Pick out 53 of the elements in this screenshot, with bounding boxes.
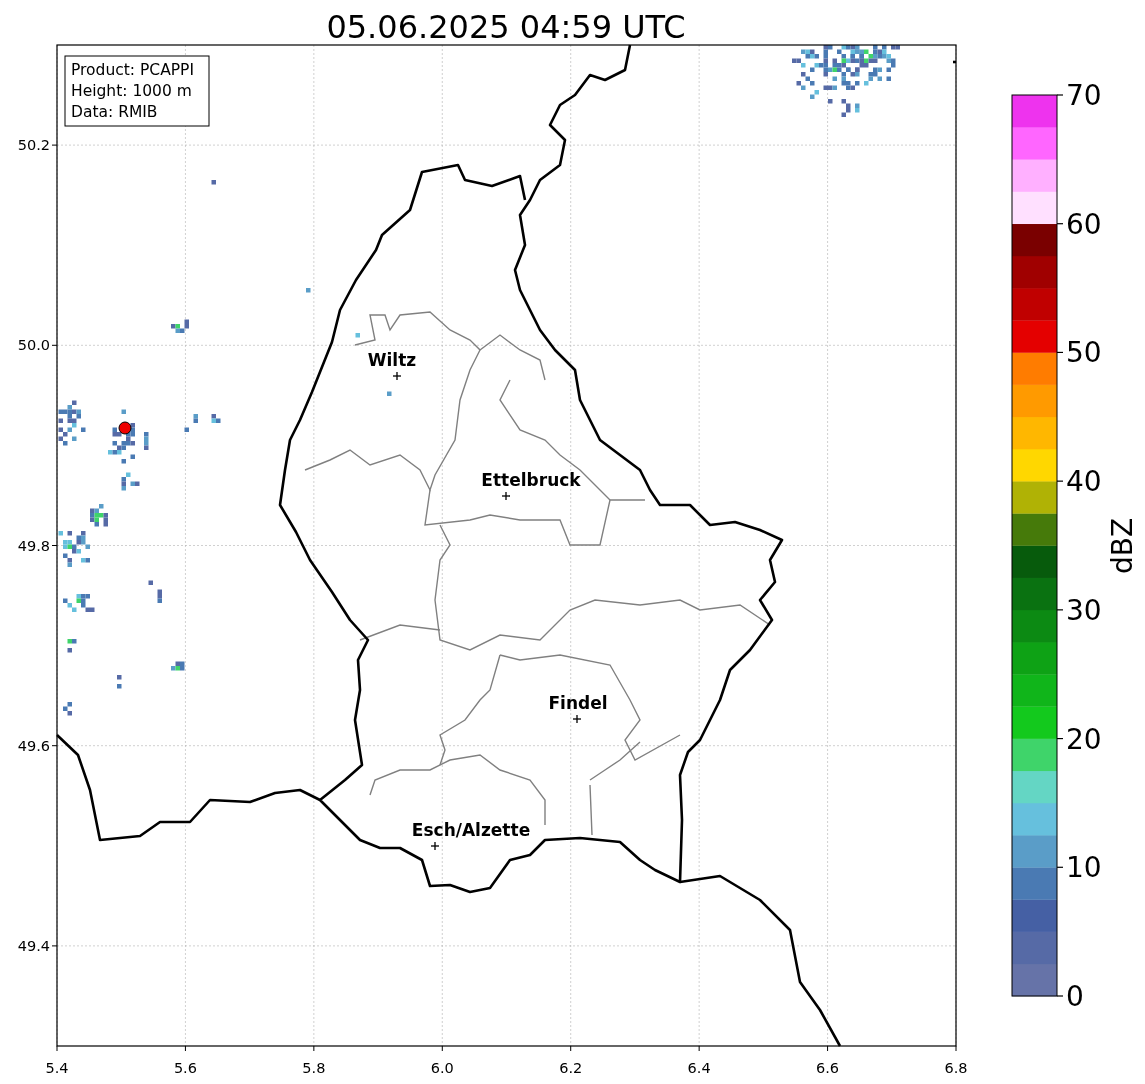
axis-tick-label: 49.8 xyxy=(17,537,50,554)
place-label: Findel xyxy=(548,693,608,713)
axis-tick-label: 49.6 xyxy=(17,737,50,754)
radar-echo xyxy=(58,400,86,446)
colorbar-label: dBZ xyxy=(1106,517,1139,575)
axis-tick-label: 6.2 xyxy=(559,1060,583,1076)
axis-tick-label: 5.8 xyxy=(302,1060,326,1076)
colorbar-tick-label: 20 xyxy=(1066,722,1102,756)
colorbar-tick-label: 50 xyxy=(1066,336,1102,370)
radar-echo xyxy=(387,391,392,396)
radar-echo xyxy=(90,504,108,527)
axis-tick-label: 50.2 xyxy=(17,137,50,154)
place-marker xyxy=(430,841,440,851)
colorbar-tick-label: 60 xyxy=(1066,207,1102,241)
radar-echo xyxy=(148,580,162,603)
radar-echo xyxy=(355,333,360,338)
colorbar-tick-label: 10 xyxy=(1066,851,1102,885)
place-label: Wiltz xyxy=(367,350,417,370)
place-marker xyxy=(501,491,511,501)
radar-echo xyxy=(171,319,189,333)
radar-echo xyxy=(171,661,185,671)
radar-site-marker xyxy=(118,421,132,435)
axis-tick-label: 50.0 xyxy=(17,337,50,354)
radar-echo xyxy=(184,414,221,432)
axis-tick-label: 6.0 xyxy=(430,1060,454,1076)
legend-text: Height: 1000 m xyxy=(71,82,192,100)
radar-echo xyxy=(121,472,140,491)
legend-text: Product: PCAPPI xyxy=(71,61,195,79)
radar-echo xyxy=(58,531,90,567)
place-marker xyxy=(572,714,582,724)
axis-tick-label: 5.6 xyxy=(173,1060,197,1076)
axis-tick-label: 5.4 xyxy=(45,1060,69,1076)
colorbar-tick-label: 30 xyxy=(1066,593,1102,627)
chart-title: 05.06.2025 04:59 UTC xyxy=(326,8,686,46)
colorbar-tick-label: 40 xyxy=(1066,465,1102,499)
axis-tick-label: 6.4 xyxy=(687,1060,711,1076)
radar-echo xyxy=(63,594,95,612)
radar-echo xyxy=(117,675,122,689)
radar-echo xyxy=(108,409,149,464)
colorbar-tick-label: 70 xyxy=(1066,79,1102,112)
radar-echo xyxy=(306,288,311,293)
legend-text: Data: RMIB xyxy=(71,103,158,121)
axis-tick-label: 6.8 xyxy=(944,1060,968,1076)
place-marker xyxy=(392,371,402,381)
colorbar-tick-label: 0 xyxy=(1066,980,1084,1013)
radar-echo xyxy=(63,702,72,716)
radar-echo xyxy=(211,180,216,185)
radar-echo xyxy=(67,639,77,653)
axis-tick-label: 49.4 xyxy=(17,937,50,954)
axis-tick-label: 6.6 xyxy=(816,1060,840,1076)
place-label: Ettelbruck xyxy=(481,470,581,490)
place-label: Esch/Alzette xyxy=(411,820,531,840)
country-border xyxy=(953,60,956,64)
